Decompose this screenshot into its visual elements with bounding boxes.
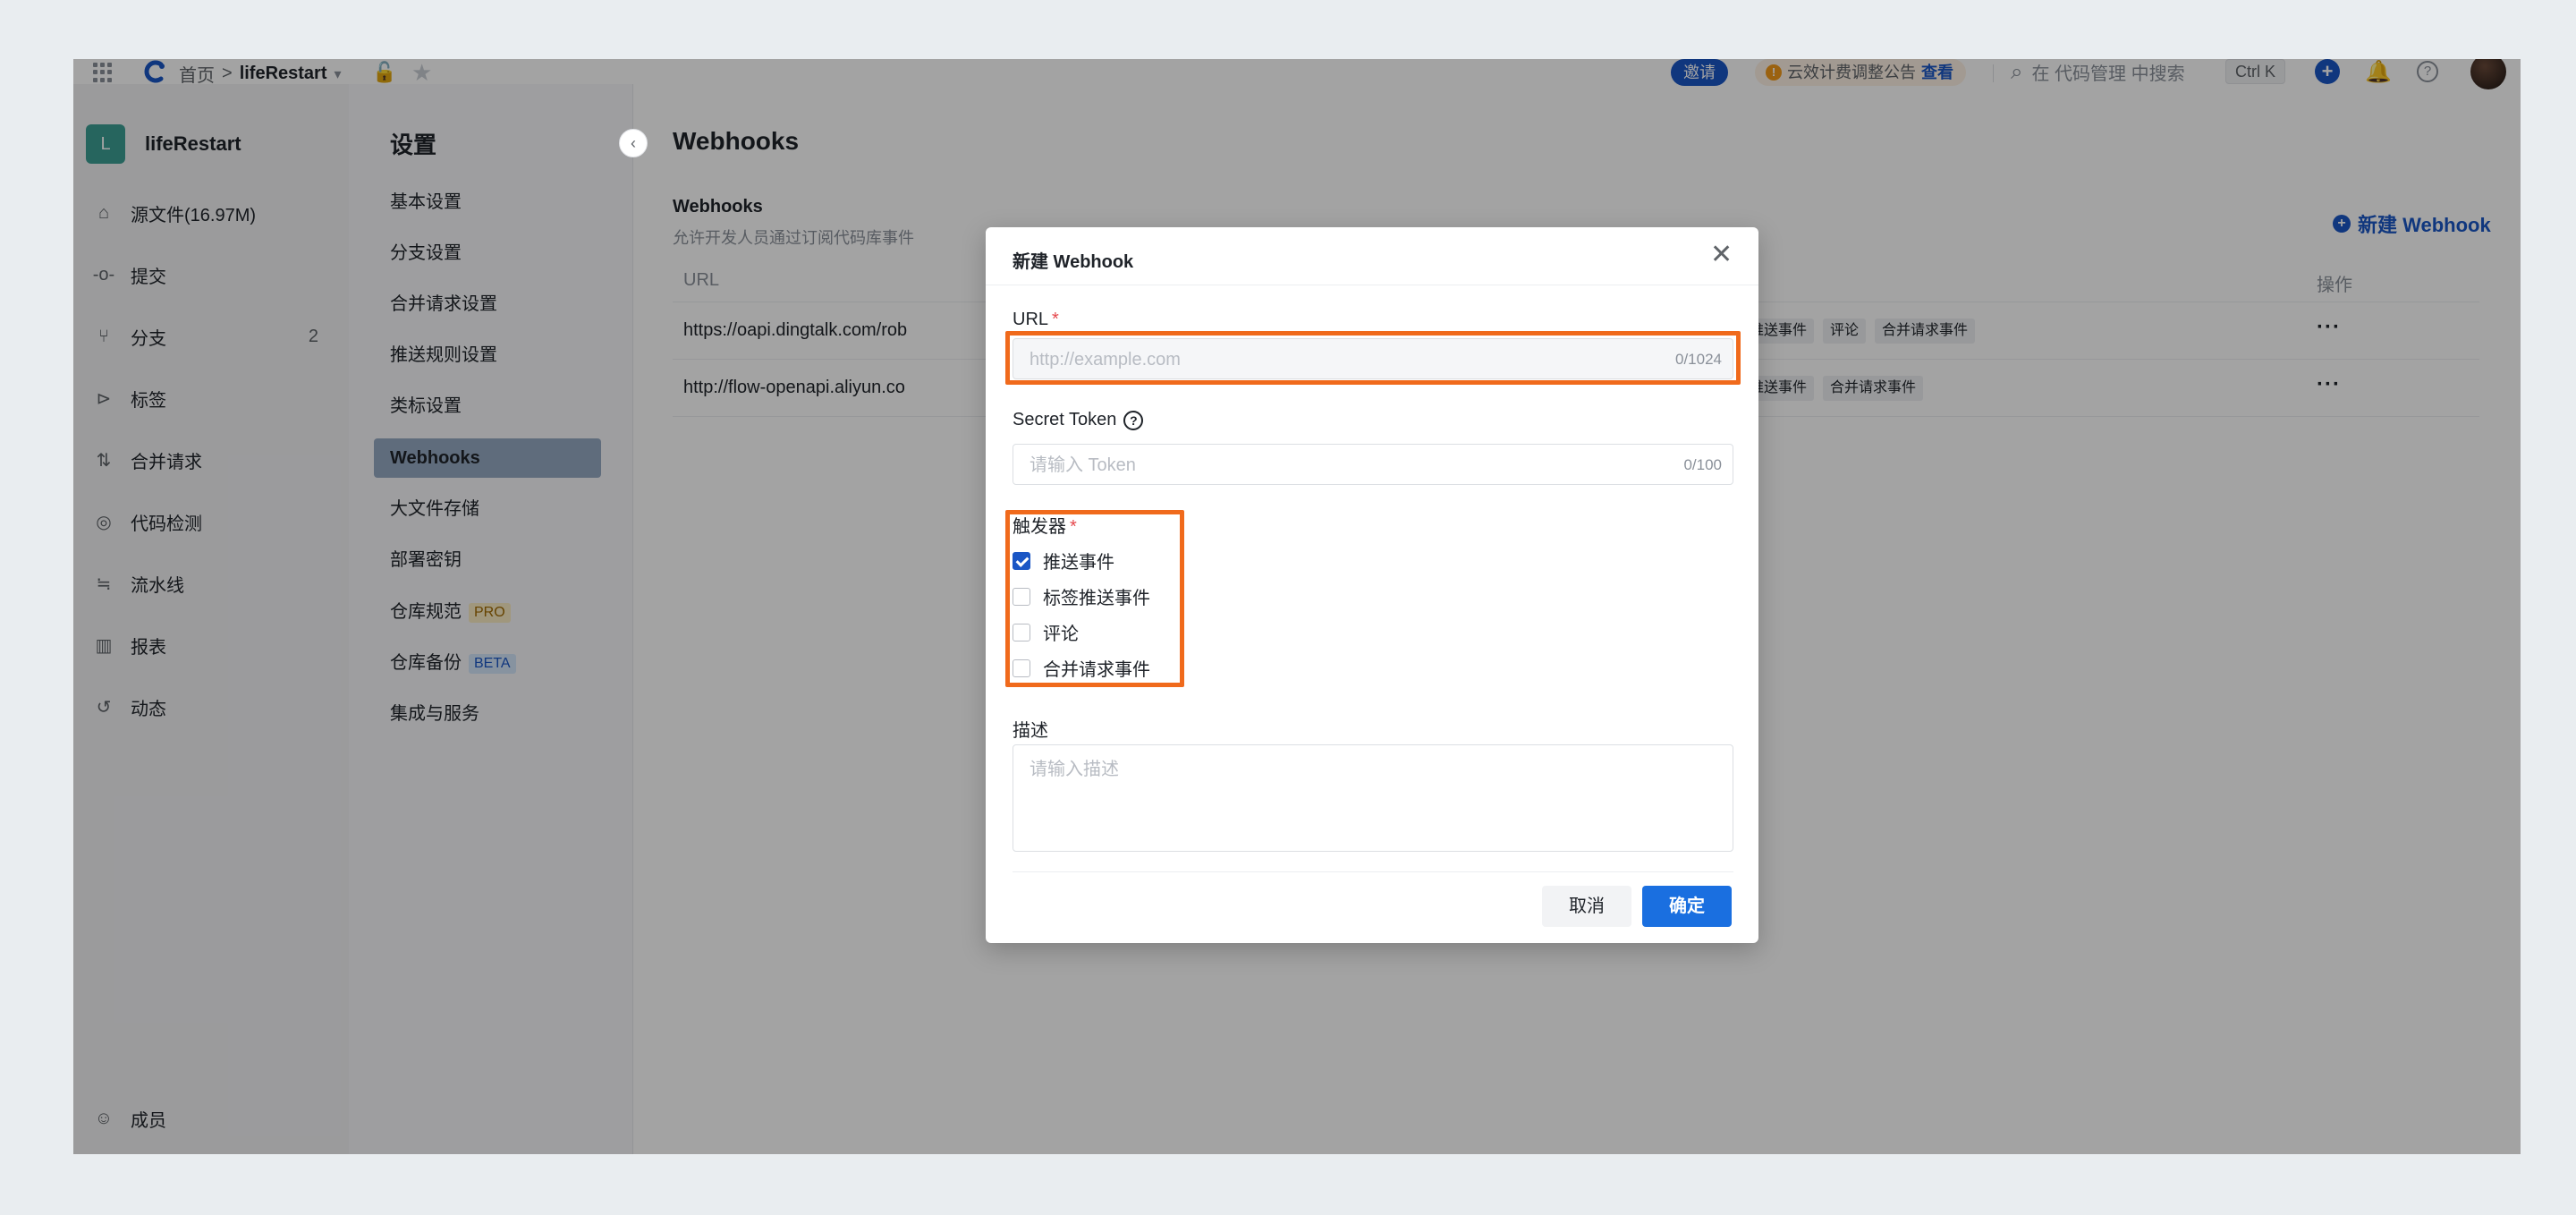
- token-label: Secret Token?: [1013, 410, 1144, 430]
- trigger-label: 标签推送事件: [1043, 589, 1150, 608]
- url-char-count: 0/1024: [1675, 351, 1722, 368]
- help-icon[interactable]: ?: [1123, 410, 1144, 430]
- token-label-text: Secret Token: [1013, 410, 1117, 429]
- checkbox[interactable]: [1013, 587, 1030, 606]
- token-char-count: 0/100: [1683, 456, 1722, 473]
- trigger-merge-request[interactable]: 合并请求事件: [1013, 655, 1150, 681]
- trigger-label-text: 触发器: [1013, 517, 1066, 537]
- trigger-label: 合并请求事件: [1043, 660, 1150, 680]
- description-label: 描述: [1013, 721, 1048, 741]
- close-icon[interactable]: ✕: [1710, 240, 1733, 270]
- checkbox-checked[interactable]: [1013, 551, 1030, 570]
- app-window: 首页 > lifeRestart ▾ 🔓 ★ 邀请 ! 云效计费调整公告 查看 …: [73, 59, 2521, 1154]
- url-label: URL *: [1013, 310, 1059, 330]
- checkbox[interactable]: [1013, 658, 1030, 677]
- trigger-comment[interactable]: 评论: [1013, 619, 1079, 645]
- trigger-tag-push[interactable]: 标签推送事件: [1013, 583, 1150, 609]
- trigger-label: 触发器 *: [1013, 512, 1077, 538]
- token-field: 0/100: [1013, 444, 1733, 485]
- collapse-icon[interactable]: ‹: [619, 129, 648, 157]
- url-field: 0/1024: [1013, 338, 1733, 379]
- url-label-text: URL: [1013, 310, 1049, 329]
- cancel-button[interactable]: 取消: [1542, 886, 1631, 927]
- required-mark: *: [1052, 310, 1059, 329]
- trigger-label: 推送事件: [1043, 553, 1114, 573]
- new-webhook-dialog: 新建 Webhook ✕ URL* 0/1024 Secret Token? 0…: [986, 227, 1758, 943]
- token-input[interactable]: [1030, 454, 1611, 477]
- description-field: [1013, 744, 1733, 852]
- description-input[interactable]: [1030, 754, 1718, 840]
- checkbox[interactable]: [1013, 623, 1030, 641]
- required-mark: *: [1070, 517, 1077, 537]
- divider: [1013, 871, 1733, 872]
- trigger-push[interactable]: 推送事件: [1013, 548, 1114, 574]
- dialog-title: 新建 Webhook: [1013, 252, 1134, 272]
- url-input[interactable]: [1030, 348, 1611, 371]
- trigger-label: 评论: [1043, 624, 1079, 644]
- confirm-button[interactable]: 确定: [1642, 886, 1732, 927]
